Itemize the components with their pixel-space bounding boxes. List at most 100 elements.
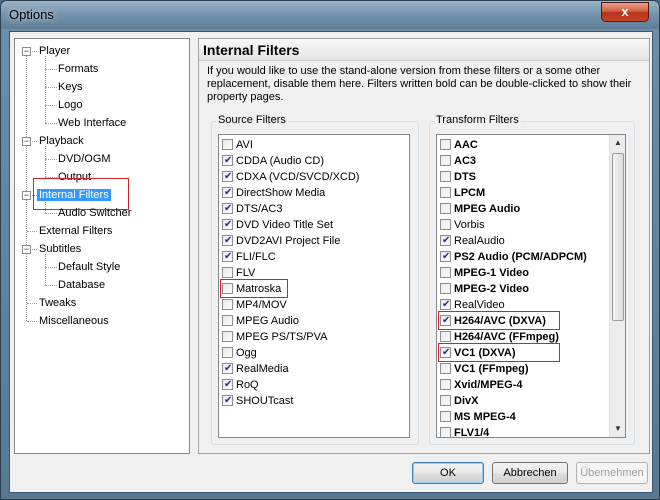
source-filter-item[interactable]: DirectShow Media bbox=[222, 185, 325, 201]
tree-item-web-interface[interactable]: Web Interface bbox=[58, 114, 126, 132]
source-filter-item[interactable]: MP4/MOV bbox=[222, 297, 287, 313]
collapse-icon[interactable]: − bbox=[22, 137, 31, 146]
cancel-button[interactable]: Abbrechen bbox=[492, 462, 568, 484]
checkbox[interactable] bbox=[222, 267, 233, 278]
source-filter-item[interactable]: CDXA (VCD/SVCD/XCD) bbox=[222, 169, 359, 185]
transform-filter-item[interactable]: MPEG-2 Video bbox=[440, 281, 529, 297]
apply-button[interactable]: Übernehmen bbox=[576, 462, 648, 484]
checkbox[interactable] bbox=[440, 187, 451, 198]
transform-filter-item[interactable]: Xvid/MPEG-4 bbox=[440, 377, 522, 393]
source-filter-item[interactable]: CDDA (Audio CD) bbox=[222, 153, 324, 169]
transform-filters-list[interactable]: ▲ ▼ AAC AC3 DTS LPCM MPEG Audio Vorbis RealAud… bbox=[436, 134, 626, 438]
checkbox[interactable] bbox=[440, 267, 451, 278]
source-filter-label: DVD Video Title Set bbox=[236, 219, 334, 231]
source-filter-item[interactable]: MPEG Audio bbox=[222, 313, 299, 329]
checkbox[interactable] bbox=[440, 219, 451, 230]
checkbox[interactable] bbox=[222, 347, 233, 358]
checkbox[interactable] bbox=[440, 331, 451, 342]
ok-button[interactable]: OK bbox=[412, 462, 484, 484]
transform-filter-item[interactable]: FLV1/4 bbox=[440, 425, 490, 438]
collapse-icon[interactable]: − bbox=[22, 191, 31, 200]
tree-item-miscellaneous[interactable]: Miscellaneous bbox=[39, 312, 109, 330]
source-filter-item[interactable]: Ogg bbox=[222, 345, 257, 361]
checkbox[interactable] bbox=[222, 153, 233, 169]
source-filter-item[interactable]: RealMedia bbox=[222, 361, 289, 377]
source-filter-item[interactable]: DTS/AC3 bbox=[222, 201, 282, 217]
checkbox[interactable] bbox=[222, 169, 233, 185]
checkbox[interactable] bbox=[222, 249, 233, 265]
transform-filters-scrollbar[interactable]: ▲ ▼ bbox=[609, 135, 625, 437]
checkbox[interactable] bbox=[440, 155, 451, 166]
tree-connector bbox=[45, 200, 46, 213]
checkbox[interactable] bbox=[440, 139, 451, 150]
checkbox[interactable] bbox=[440, 297, 451, 313]
tree-item-default-style[interactable]: Default Style bbox=[58, 258, 120, 276]
checkbox[interactable] bbox=[222, 315, 233, 326]
transform-filter-item[interactable]: MS MPEG-4 bbox=[440, 409, 516, 425]
source-filters-list[interactable]: AVI CDDA (Audio CD) CDXA (VCD/SVCD/XCD) Dir… bbox=[218, 134, 410, 438]
tree-item-keys[interactable]: Keys bbox=[58, 78, 82, 96]
checkbox[interactable] bbox=[440, 379, 451, 390]
checkbox[interactable] bbox=[440, 283, 451, 294]
transform-filter-item[interactable]: MPEG Audio bbox=[440, 201, 520, 217]
tree-item-audio-switcher[interactable]: Audio Switcher bbox=[58, 204, 131, 222]
checkbox[interactable] bbox=[222, 331, 233, 342]
checkbox[interactable] bbox=[222, 393, 233, 409]
checkbox[interactable] bbox=[440, 233, 451, 249]
checkbox[interactable] bbox=[222, 299, 233, 310]
tree-item-label: DVD/OGM bbox=[58, 153, 111, 165]
source-filter-item[interactable]: SHOUTcast bbox=[222, 393, 293, 409]
tree-item-player[interactable]: Player bbox=[39, 42, 70, 60]
source-filter-label: SHOUTcast bbox=[236, 395, 294, 407]
transform-filter-item[interactable]: Vorbis bbox=[440, 217, 485, 233]
options-tree[interactable]: Player − Formats Keys Logo Web Interface Playb… bbox=[14, 38, 190, 454]
tree-item-tweaks[interactable]: Tweaks bbox=[39, 294, 76, 312]
title-bar[interactable]: Options x bbox=[1, 1, 659, 29]
checkbox[interactable] bbox=[222, 233, 233, 249]
source-filter-item[interactable]: DVD Video Title Set bbox=[222, 217, 333, 233]
source-filter-item[interactable]: AVI bbox=[222, 137, 253, 153]
tree-item-formats[interactable]: Formats bbox=[58, 60, 98, 78]
transform-filter-label: RealVideo bbox=[454, 299, 505, 311]
source-filter-item[interactable]: RoQ bbox=[222, 377, 259, 393]
checkbox[interactable] bbox=[440, 171, 451, 182]
collapse-icon[interactable]: − bbox=[22, 245, 31, 254]
checkbox[interactable] bbox=[440, 249, 451, 265]
transform-filter-item[interactable]: PS2 Audio (PCM/ADPCM) bbox=[440, 249, 587, 265]
tree-item-external-filters[interactable]: External Filters bbox=[39, 222, 112, 240]
transform-filter-item[interactable]: AC3 bbox=[440, 153, 476, 169]
transform-filter-item[interactable]: VC1 (FFmpeg) bbox=[440, 361, 529, 377]
scroll-thumb[interactable] bbox=[612, 153, 624, 321]
checkbox[interactable] bbox=[440, 203, 451, 214]
checkbox[interactable] bbox=[440, 411, 451, 422]
transform-filter-label: H264/AVC (FFmpeg) bbox=[454, 331, 559, 343]
checkbox[interactable] bbox=[222, 377, 233, 393]
checkbox[interactable] bbox=[440, 427, 451, 437]
tree-connector bbox=[45, 213, 57, 214]
tree-item-database[interactable]: Database bbox=[58, 276, 105, 294]
transform-filter-item[interactable]: LPCM bbox=[440, 185, 485, 201]
transform-filter-item[interactable]: DivX bbox=[440, 393, 478, 409]
source-filter-item[interactable]: FLI/FLC bbox=[222, 249, 276, 265]
checkbox[interactable] bbox=[440, 363, 451, 374]
transform-filter-item[interactable]: AAC bbox=[440, 137, 478, 153]
checkbox[interactable] bbox=[222, 185, 233, 201]
transform-filter-item[interactable]: DTS bbox=[440, 169, 476, 185]
source-filter-item[interactable]: DVD2AVI Project File bbox=[222, 233, 340, 249]
checkbox[interactable] bbox=[222, 361, 233, 377]
scroll-up-arrow-icon[interactable]: ▲ bbox=[611, 136, 625, 150]
collapse-icon[interactable]: − bbox=[22, 47, 31, 56]
transform-filter-item[interactable]: MPEG-1 Video bbox=[440, 265, 529, 281]
checkbox[interactable] bbox=[222, 201, 233, 217]
checkbox[interactable] bbox=[222, 217, 233, 233]
close-button[interactable]: x bbox=[601, 2, 649, 22]
tree-item-logo[interactable]: Logo bbox=[58, 96, 82, 114]
tree-item-dvd-ogm[interactable]: DVD/OGM bbox=[58, 150, 111, 168]
scroll-down-arrow-icon[interactable]: ▼ bbox=[611, 422, 625, 436]
source-filter-item[interactable]: MPEG PS/TS/PVA bbox=[222, 329, 328, 345]
transform-filter-item[interactable]: RealAudio bbox=[440, 233, 505, 249]
checkbox[interactable] bbox=[440, 395, 451, 406]
transform-filter-label: FLV1/4 bbox=[454, 427, 490, 438]
source-filters-title: Source Filters bbox=[216, 114, 288, 126]
checkbox[interactable] bbox=[222, 139, 233, 150]
